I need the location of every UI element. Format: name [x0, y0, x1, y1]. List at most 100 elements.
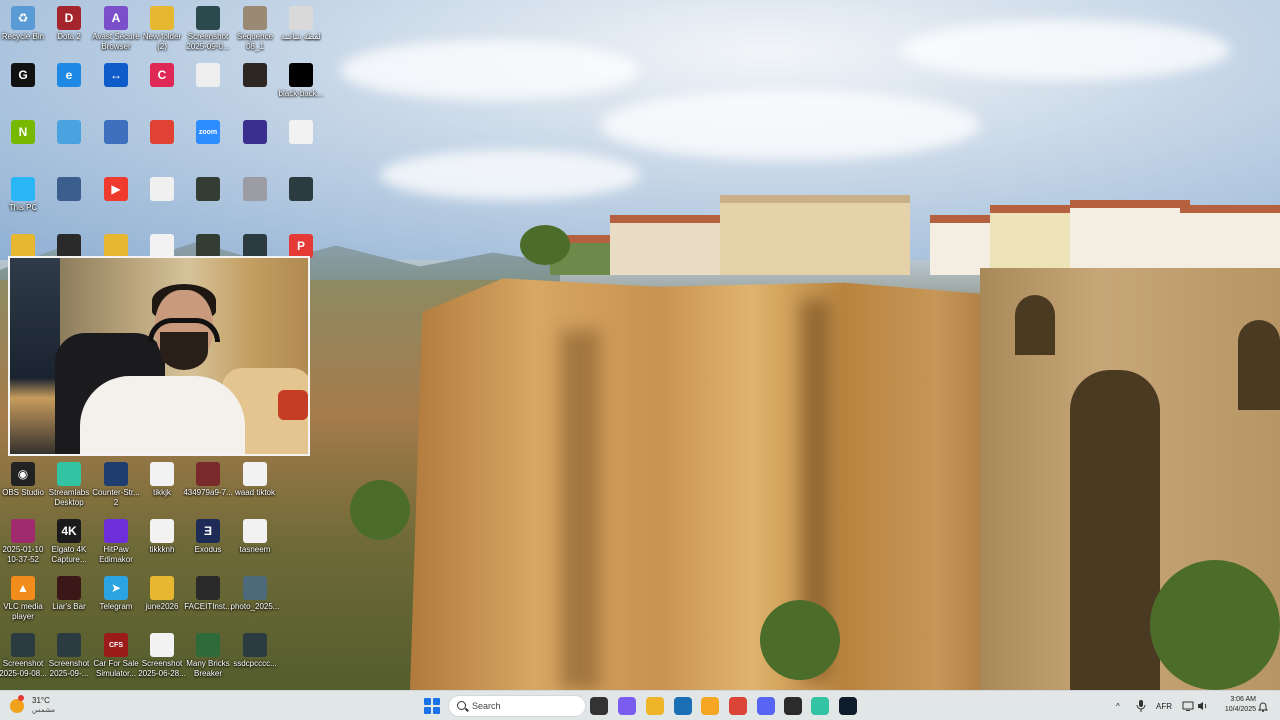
game-icon [57, 576, 81, 600]
image-file-icon [243, 234, 267, 258]
folder-icon [104, 234, 128, 258]
weather-widget[interactable]: 31°C مشمس [10, 695, 80, 717]
taskbar-search[interactable]: Search [448, 695, 586, 717]
chrome-icon[interactable] [729, 697, 747, 715]
mic-icon[interactable] [1136, 691, 1146, 720]
winrar-icon [11, 519, 35, 543]
image-file-icon [150, 177, 174, 201]
network-icon [57, 120, 81, 144]
game-icon [57, 177, 81, 201]
search-icon [457, 701, 466, 710]
taskbar: 31°C مشمس Search ^ AFR 3:06 AM 10/4/2025 [0, 690, 1280, 720]
search-placeholder: Search [472, 701, 501, 711]
desktop-icon[interactable]: tasneem [225, 513, 285, 569]
image-file-icon [243, 63, 267, 87]
github-icon: G [11, 63, 35, 87]
phone-file-icon [196, 234, 220, 258]
network-icon[interactable] [1182, 691, 1194, 720]
phone-file-icon [196, 462, 220, 486]
dota-icon: D [57, 6, 81, 30]
obs-alt-icon [243, 120, 267, 144]
avast-browser-icon: A [104, 6, 128, 30]
image-file-icon [289, 120, 313, 144]
desktop-icon-label: tasneem [239, 545, 271, 554]
nvidia-icon: N [11, 120, 35, 144]
phone-file-icon [196, 177, 220, 201]
weather-temp: 31°C [32, 696, 50, 705]
teamviewer-icon: ↔ [104, 63, 128, 87]
video-file-icon [243, 6, 267, 30]
image-file-icon [150, 633, 174, 657]
clock-date: 10/4/2025 [1224, 706, 1256, 713]
desktop-icon[interactable] [271, 171, 331, 227]
language-indicator[interactable]: AFR [1156, 691, 1172, 720]
image-file-icon [243, 177, 267, 201]
elgato-icon: 4K [57, 519, 81, 543]
desktop-icon[interactable]: photo_2025... [225, 570, 285, 626]
folder-icon [11, 234, 35, 258]
obs-icon: ◉ [11, 462, 35, 486]
notification-bell-icon[interactable] [1258, 691, 1268, 720]
streamlabs-icon[interactable] [811, 697, 829, 715]
phone-file-icon [243, 462, 267, 486]
windows-logo-icon [424, 698, 431, 705]
image-file-icon [150, 519, 174, 543]
text-file-icon [196, 63, 220, 87]
teamviewer-icon[interactable] [839, 697, 857, 715]
taskbar-clock[interactable]: 3:06 AM 10/4/2025 [1212, 695, 1256, 715]
desktop-icon[interactable]: waad tiktok [225, 456, 285, 512]
volume-icon[interactable] [1197, 691, 1209, 720]
tray-overflow-button[interactable]: ^ [1116, 691, 1120, 720]
hitpaw-icon [104, 519, 128, 543]
clock-time: 3:06 AM [1230, 696, 1256, 703]
browser-icon[interactable] [701, 697, 719, 715]
pdf-icon: P [289, 234, 313, 258]
image-file-icon [243, 576, 267, 600]
copilot-icon[interactable] [618, 697, 636, 715]
phone-file-icon [243, 519, 267, 543]
image-file-icon [196, 6, 220, 30]
recycle-bin-icon: ♻ [11, 6, 35, 30]
desktop-icon[interactable] [271, 114, 331, 170]
sun-icon [10, 699, 24, 713]
streamlabs-icon [57, 462, 81, 486]
task-view-icon[interactable] [590, 697, 608, 715]
chrome-icon [150, 120, 174, 144]
desktop-icon[interactable]: لقطة شاشة [271, 0, 331, 56]
folder-icon [150, 576, 174, 600]
cfs-game-icon: CFS [104, 633, 128, 657]
telegram-icon: ➤ [104, 576, 128, 600]
pc-icon [11, 177, 35, 201]
image-file-icon [150, 234, 174, 258]
image-file-icon [289, 177, 313, 201]
bricks-game-icon [196, 633, 220, 657]
app-icon[interactable] [784, 697, 802, 715]
weather-location: مشمس [32, 707, 55, 714]
image-file-icon [57, 633, 81, 657]
image-file-icon [289, 63, 313, 87]
desktop-icon[interactable]: ssdcpcccc... [225, 627, 285, 683]
vlc-icon: ▲ [11, 576, 35, 600]
start-button[interactable] [424, 698, 440, 714]
faceit-icon [196, 576, 220, 600]
desktop-icon-label: لقطة شاشة [281, 32, 321, 41]
file-explorer-icon[interactable] [646, 697, 664, 715]
desktop-icon-label: waad tiktok [234, 488, 276, 497]
desktop-icon[interactable]: black-back... [271, 57, 331, 113]
faceit-icon [57, 234, 81, 258]
image-file-icon [150, 462, 174, 486]
image-file-icon [243, 633, 267, 657]
image-file-icon [289, 6, 313, 30]
capcut-icon: C [150, 63, 174, 87]
app-icon [104, 120, 128, 144]
notification-dot [18, 695, 24, 701]
folder-icon [150, 6, 174, 30]
image-file-icon [11, 633, 35, 657]
edge-icon: e [57, 63, 81, 87]
zoom-icon: zoom [196, 120, 220, 144]
cs2-icon [104, 462, 128, 486]
exodus-icon: Ǝ [196, 519, 220, 543]
webcam-overlay [8, 256, 310, 456]
store-icon[interactable] [674, 697, 692, 715]
discord-icon[interactable] [757, 697, 775, 715]
